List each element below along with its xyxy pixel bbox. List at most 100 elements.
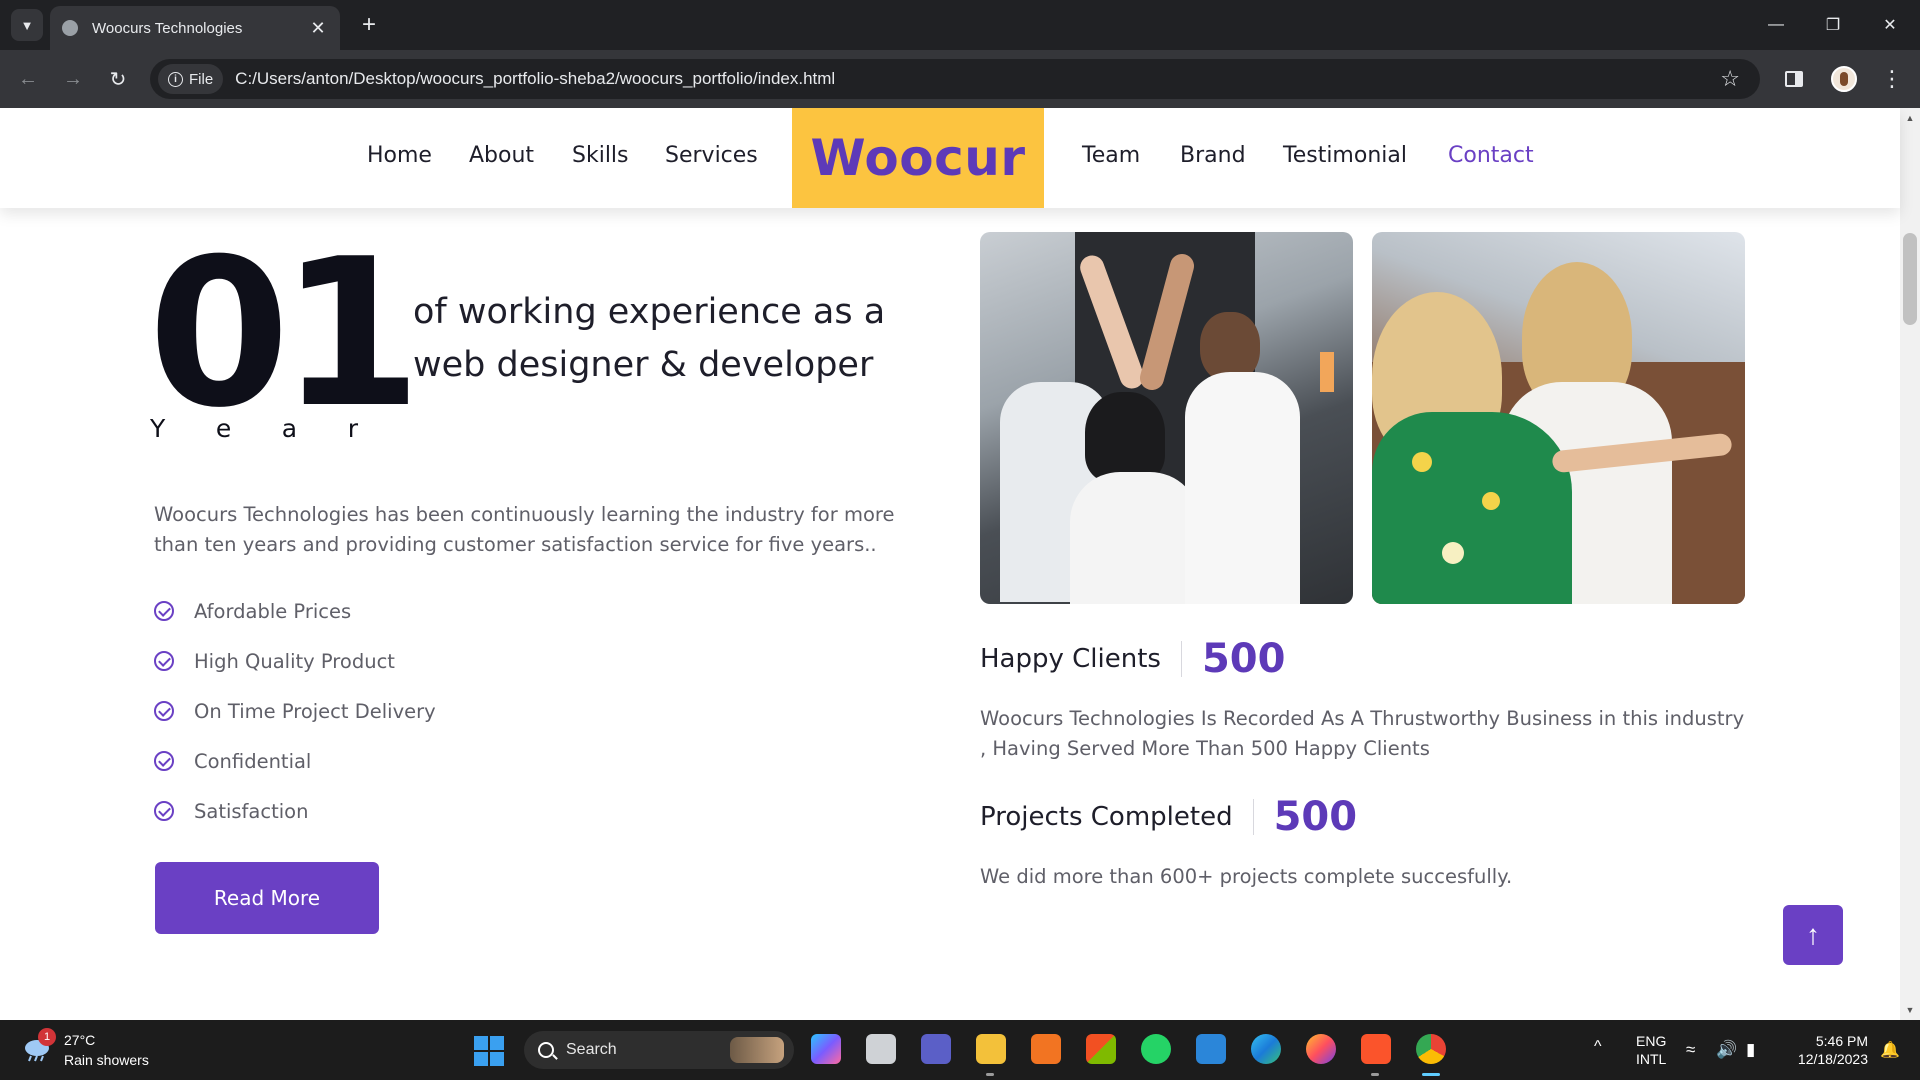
tab-search-chevron-icon[interactable]: ▼: [11, 9, 43, 41]
edge-icon[interactable]: [1251, 1034, 1281, 1064]
scroll-up-arrow-icon[interactable]: ▲: [1900, 110, 1920, 126]
close-tab-icon[interactable]: ✕: [308, 18, 328, 39]
tray-overflow-chevron-icon[interactable]: ^: [1594, 1038, 1602, 1056]
minimize-icon[interactable]: —: [1756, 10, 1796, 40]
windows-start-icon[interactable]: [474, 1036, 504, 1066]
site-info-chip[interactable]: i File: [158, 64, 224, 94]
about-intro: Woocurs Technologies has been continuous…: [154, 503, 895, 556]
nav-about[interactable]: About: [469, 143, 534, 168]
copilot-icon[interactable]: [811, 1034, 841, 1064]
file-explorer-icon[interactable]: [976, 1034, 1006, 1064]
clock[interactable]: 5:46 PM 12/18/2023: [1780, 1032, 1868, 1068]
years-letter: Y: [150, 414, 166, 443]
weather-desc[interactable]: Rain showers: [64, 1052, 149, 1068]
info-icon: i: [168, 71, 183, 87]
volume-icon[interactable]: 🔊: [1716, 1040, 1737, 1060]
stat-divider: [1252, 799, 1254, 835]
years-label: Y e a r: [150, 414, 358, 443]
list-item: Confidential: [154, 736, 436, 786]
teams-icon[interactable]: [921, 1034, 951, 1064]
profile-avatar[interactable]: [1831, 66, 1857, 92]
nav-team[interactable]: Team: [1082, 143, 1140, 168]
forward-arrow-icon[interactable]: →: [58, 64, 88, 94]
brave-icon[interactable]: [1361, 1034, 1391, 1064]
chrome-icon[interactable]: [1416, 1034, 1446, 1064]
years-letter: r: [347, 414, 358, 443]
scroll-to-top-button[interactable]: ↑: [1783, 905, 1843, 965]
stat-label: Happy Clients: [980, 644, 1161, 674]
browser-toolbar: ← → ↻ i File C:/Users/anton/Desktop/wooc…: [0, 50, 1920, 108]
check-circle-icon: [154, 701, 174, 721]
site-header: Home About Skills Services Woocur Team B…: [0, 108, 1900, 208]
search-label: Search: [566, 1041, 617, 1058]
window-close-icon[interactable]: ✕: [1870, 10, 1910, 40]
tab-title: Woocurs Technologies: [92, 19, 243, 37]
stat-description: We did more than 600+ projects complete …: [980, 865, 1513, 888]
file-chip-label: File: [189, 70, 214, 88]
search-highlight-icon: [730, 1037, 784, 1063]
running-indicator: [1371, 1073, 1379, 1076]
check-circle-icon: [154, 751, 174, 771]
check-circle-icon: [154, 601, 174, 621]
bookmark-star-icon[interactable]: ☆: [1720, 66, 1740, 92]
feature-text: Satisfaction: [194, 799, 309, 823]
team-high-five-photo: [980, 232, 1353, 604]
clock-time: 5:46 PM: [1815, 1033, 1868, 1049]
page-viewport: Home About Skills Services Woocur Team B…: [0, 108, 1920, 1020]
stat-description: Woocurs Technologies Is Recorded As A Th…: [980, 707, 1745, 760]
nav-services[interactable]: Services: [665, 143, 758, 168]
browser-tab-strip: ▼ Woocurs Technologies ✕ + — ❐ ✕: [0, 0, 1920, 50]
browser-tab[interactable]: Woocurs Technologies ✕: [50, 6, 340, 50]
active-indicator: [1422, 1073, 1440, 1076]
firefox-icon[interactable]: [1306, 1034, 1336, 1064]
lang-bottom: INTL: [1636, 1051, 1667, 1067]
reload-icon[interactable]: ↻: [103, 64, 133, 94]
weather-temp[interactable]: 27°C: [64, 1032, 95, 1048]
nav-contact[interactable]: Contact: [1448, 143, 1534, 168]
notification-bell-icon[interactable]: 🔔: [1880, 1040, 1900, 1060]
restore-icon[interactable]: ❐: [1813, 10, 1853, 40]
site-logo[interactable]: Woocur: [792, 108, 1044, 208]
side-panel-icon[interactable]: [1782, 64, 1806, 94]
browser-menu-icon[interactable]: ⋮: [1880, 64, 1904, 94]
search-icon: [538, 1042, 554, 1058]
nav-brand[interactable]: Brand: [1180, 143, 1246, 168]
whatsapp-icon[interactable]: [1141, 1034, 1171, 1064]
years-letter: a: [281, 414, 298, 443]
xampp-icon[interactable]: [1031, 1034, 1061, 1064]
microsoft-store-icon[interactable]: [1086, 1034, 1116, 1064]
mail-icon[interactable]: [1196, 1034, 1226, 1064]
url-text: C:/Users/anton/Desktop/woocurs_portfolio…: [235, 69, 836, 88]
list-item: High Quality Product: [154, 636, 436, 686]
stat-value: 500: [1201, 636, 1286, 682]
input-language[interactable]: ENG INTL: [1636, 1032, 1666, 1068]
battery-icon[interactable]: ▮: [1746, 1040, 1755, 1060]
wifi-icon[interactable]: ≈: [1686, 1040, 1695, 1060]
notification-badge: 1: [38, 1028, 56, 1046]
nav-home[interactable]: Home: [367, 143, 432, 168]
new-tab-plus-icon[interactable]: +: [354, 10, 384, 40]
list-item: Satisfaction: [154, 786, 436, 836]
running-indicator: [986, 1073, 994, 1076]
windows-taskbar: 1 27°C Rain showers Search ^ ENG INTL ≈ …: [0, 1020, 1920, 1080]
list-item: On Time Project Delivery: [154, 686, 436, 736]
years-letter: e: [215, 414, 232, 443]
back-arrow-icon[interactable]: ←: [13, 64, 43, 94]
task-view-icon[interactable]: [866, 1034, 896, 1064]
logo-text: Woocur: [810, 129, 1026, 187]
address-bar[interactable]: i File C:/Users/anton/Desktop/woocurs_po…: [150, 59, 1760, 99]
check-circle-icon: [154, 651, 174, 671]
nav-skills[interactable]: Skills: [572, 143, 629, 168]
stat-value: 500: [1273, 794, 1358, 840]
feature-list: Afordable Prices High Quality Product On…: [154, 586, 436, 836]
scroll-thumb[interactable]: [1903, 233, 1917, 325]
scroll-down-arrow-icon[interactable]: ▼: [1900, 1002, 1920, 1018]
check-circle-icon: [154, 801, 174, 821]
taskbar-search[interactable]: Search: [524, 1031, 794, 1069]
experience-heading: of working experience as a web designer …: [413, 292, 886, 385]
read-more-button[interactable]: Read More: [155, 862, 379, 934]
feature-text: High Quality Product: [194, 649, 395, 673]
years-number: 01: [148, 216, 422, 453]
nav-testimonial[interactable]: Testimonial: [1283, 143, 1407, 168]
page-scrollbar[interactable]: ▲ ▼: [1900, 108, 1920, 1020]
